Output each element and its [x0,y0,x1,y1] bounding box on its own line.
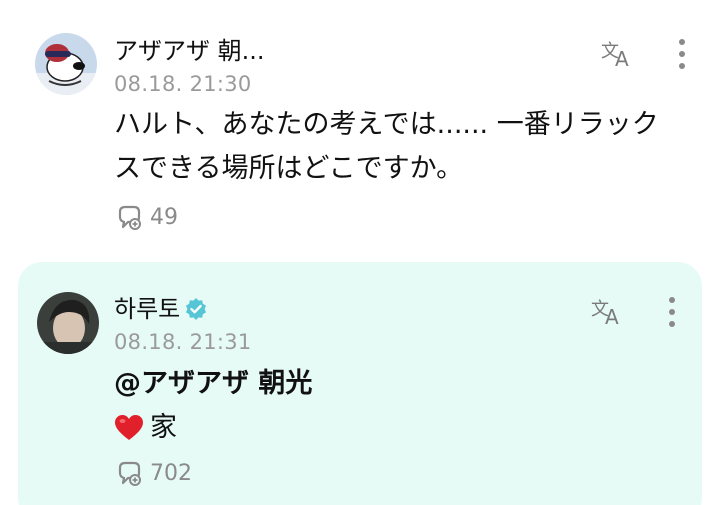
translate-icon[interactable]: 文 A [590,295,626,327]
avatar[interactable] [35,33,97,95]
translate-icon[interactable]: 文 A [600,37,636,69]
reaction-count: 702 [150,460,192,486]
reply-line: 家 [114,406,654,450]
reply-message: 家 [150,412,177,443]
comment-text-line: スできる場所はどこですか。 [114,153,464,184]
timestamp: 08.18. 21:31 [114,330,252,354]
author-row: アザアザ 朝... [114,37,265,65]
more-vertical-icon[interactable] [664,294,680,330]
more-vertical-icon[interactable] [674,36,690,72]
timestamp: 08.18. 21:30 [114,72,252,96]
avatar[interactable] [37,292,99,354]
author-name[interactable]: 하루토 [114,295,180,323]
reaction-button[interactable]: 49 [114,202,178,232]
reply-post: 하루토 08.18. 21:31 文 A @アザアザ 朝光 家 702 [18,262,702,505]
author-row: 하루토 [114,295,208,323]
reaction-icon [118,461,141,486]
comment-text: ハルト、あなたの考えでは...... 一番リラック スできる場所はどこですか。 [114,103,674,191]
comment-text-line: ハルト、あなたの考えでは...... 一番リラック [114,109,659,140]
svg-text:A: A [615,47,629,69]
verified-icon [186,298,207,320]
comment-feed: アザアザ 朝... 08.18. 21:30 文 A ハルト、あなたの考えでは.… [0,0,720,505]
mention[interactable]: @アザアザ 朝光 [114,362,654,406]
reply-text: @アザアザ 朝光 家 [114,362,654,450]
comment-post: アザアザ 朝... 08.18. 21:30 文 A ハルト、あなたの考えでは.… [0,0,720,262]
reaction-count: 49 [150,204,178,230]
reaction-button[interactable]: 702 [114,458,192,488]
svg-text:A: A [605,305,619,327]
reaction-icon [118,205,141,230]
author-name[interactable]: アザアザ 朝... [114,37,265,65]
heart-icon [115,415,143,440]
